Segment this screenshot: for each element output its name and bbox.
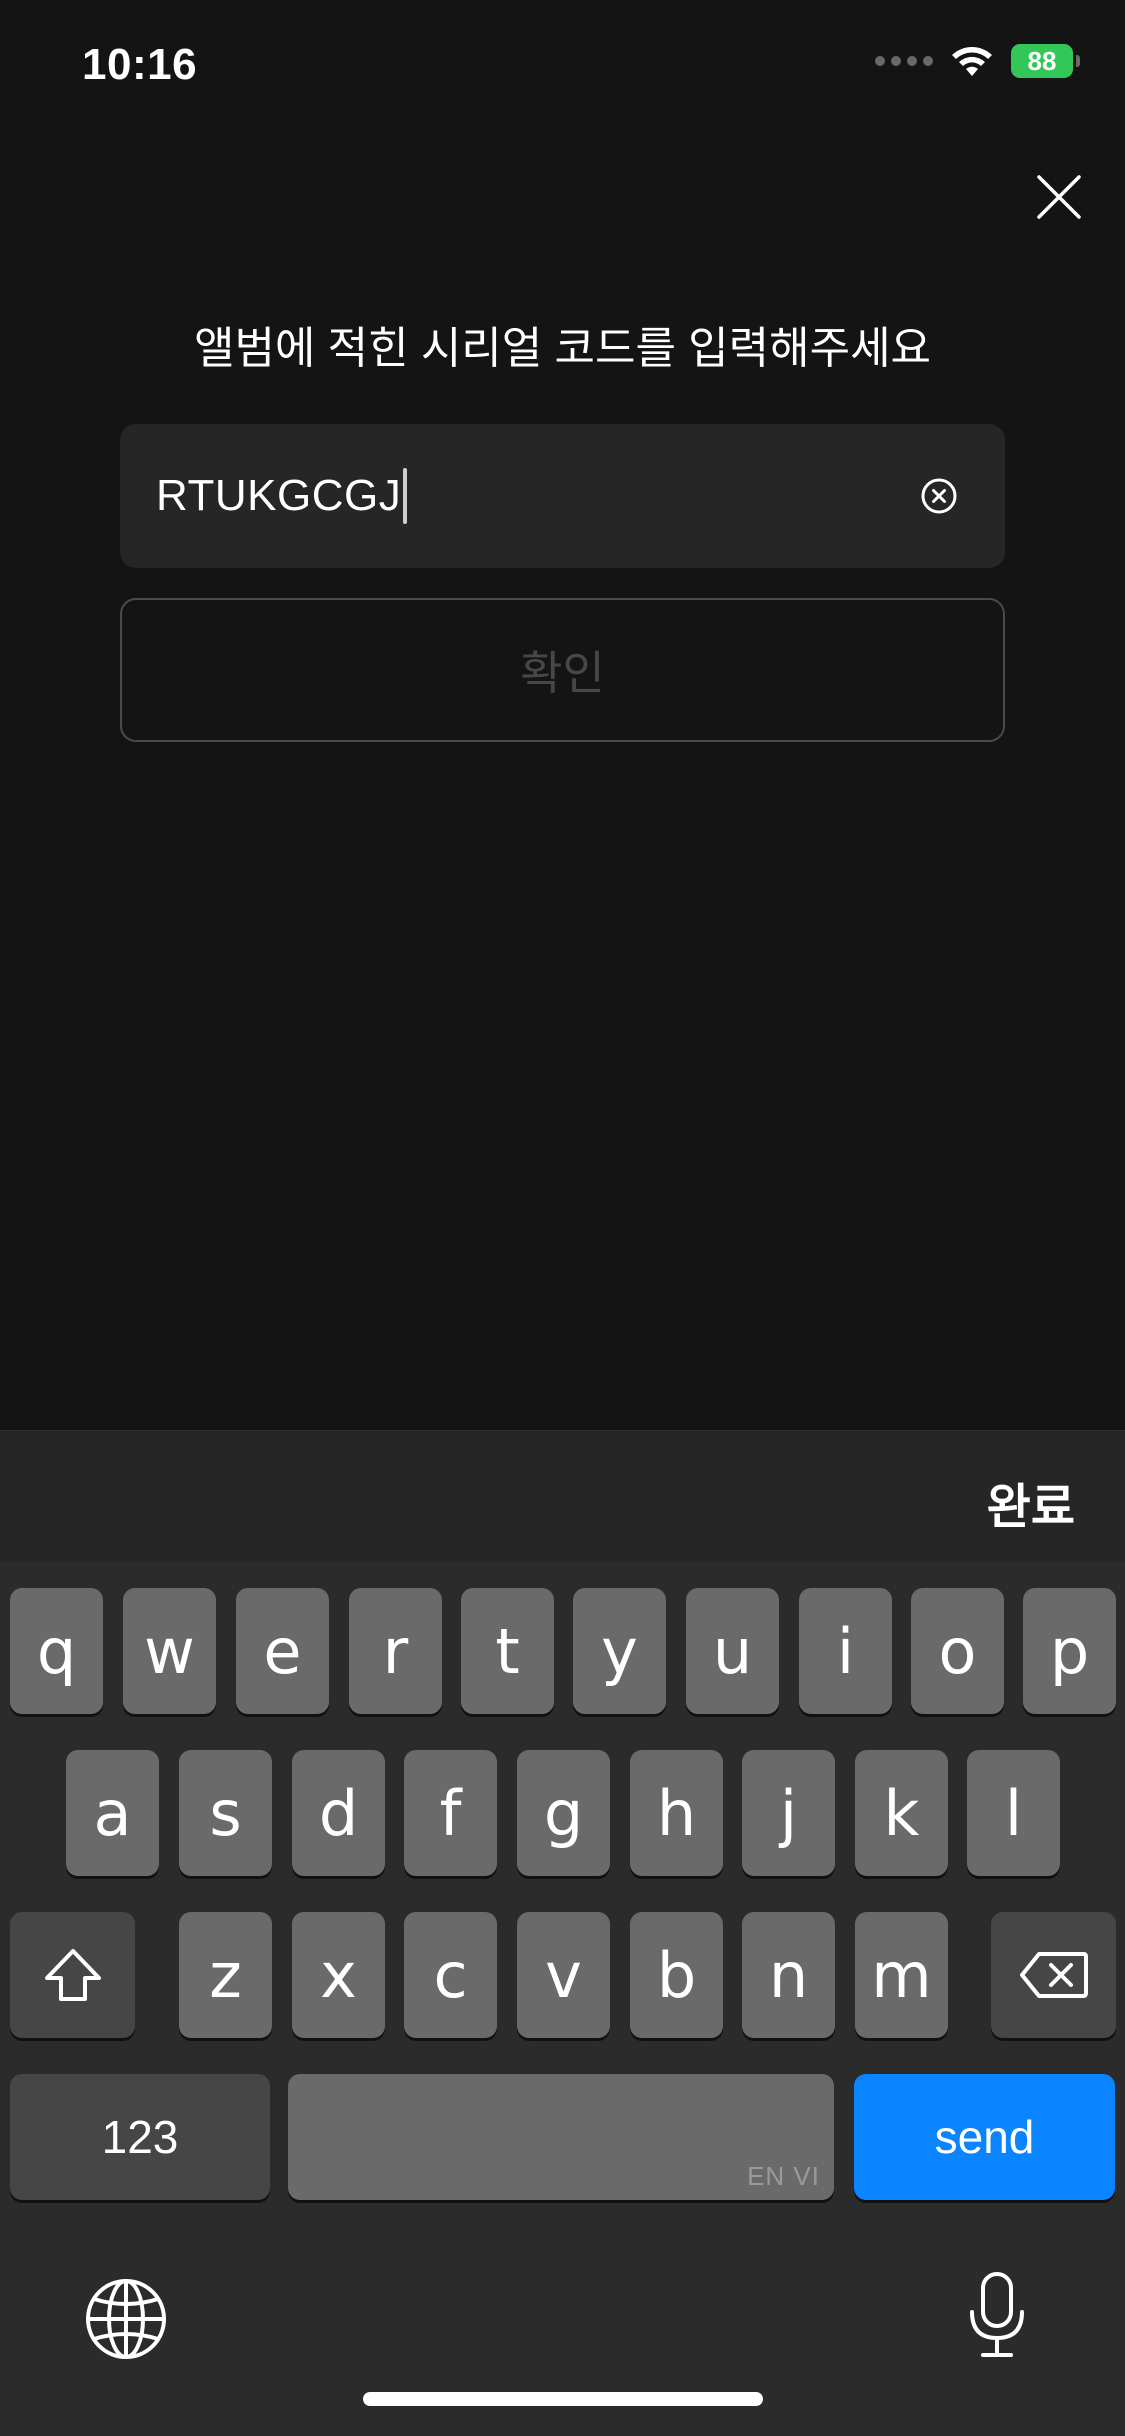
key-z[interactable]: z [179, 1912, 272, 2038]
key-v[interactable]: v [517, 1912, 610, 2038]
key-j[interactable]: j [742, 1750, 835, 1876]
key-a[interactable]: a [66, 1750, 159, 1876]
key-p[interactable]: p [1023, 1588, 1116, 1714]
send-key[interactable]: send [854, 2074, 1115, 2200]
key-b[interactable]: b [630, 1912, 723, 2038]
keyboard-toolbar: 완료 [0, 1430, 1125, 1563]
serial-code-screen: 10:16 88 앨범에 적힌 시리얼 코드를 입력해주세요 RTUKGCGJ [0, 0, 1125, 2436]
shift-key[interactable] [10, 1912, 135, 2038]
key-l[interactable]: l [967, 1750, 1060, 1876]
keyboard: q w e r t y u i o p a s d f g h j k l z … [0, 1562, 1125, 2436]
wifi-icon [949, 44, 995, 78]
key-m[interactable]: m [855, 1912, 948, 2038]
key-h[interactable]: h [630, 1750, 723, 1876]
prompt-text: 앨범에 적힌 시리얼 코드를 입력해주세요 [193, 324, 932, 373]
text-cursor [403, 468, 408, 524]
delete-icon [1019, 1952, 1088, 1998]
done-button[interactable]: 완료 [987, 1467, 1075, 1537]
key-r[interactable]: r [349, 1588, 442, 1714]
key-n[interactable]: n [742, 1912, 835, 2038]
battery-level: 88 [1027, 45, 1057, 76]
key-f[interactable]: f [404, 1750, 497, 1876]
battery-icon: 88 [1011, 44, 1080, 78]
microphone-button[interactable] [966, 2270, 1028, 2365]
confirm-button[interactable]: 확인 [120, 598, 1005, 742]
status-icons: 88 [875, 44, 1080, 78]
key-d[interactable]: d [292, 1750, 385, 1876]
key-y[interactable]: y [573, 1588, 666, 1714]
microphone-icon [970, 2272, 1024, 2357]
delete-key[interactable] [991, 1912, 1116, 2038]
close-icon [1037, 175, 1081, 219]
key-e[interactable]: e [236, 1588, 329, 1714]
key-t[interactable]: t [461, 1588, 554, 1714]
key-o[interactable]: o [911, 1588, 1004, 1714]
key-w[interactable]: w [123, 1588, 216, 1714]
serial-code-input[interactable]: RTUKGCGJ [120, 424, 1005, 568]
globe-icon [86, 2279, 166, 2359]
clear-icon [921, 478, 957, 514]
close-button[interactable] [1030, 168, 1088, 226]
key-x[interactable]: x [292, 1912, 385, 2038]
home-indicator [363, 2392, 763, 2406]
key-c[interactable]: c [404, 1912, 497, 2038]
shift-icon [44, 1949, 101, 2001]
key-g[interactable]: g [517, 1750, 610, 1876]
key-q[interactable]: q [10, 1588, 103, 1714]
key-k[interactable]: k [855, 1750, 948, 1876]
globe-button[interactable] [84, 2277, 168, 2366]
input-languages: EN VI [747, 2161, 820, 2191]
key-i[interactable]: i [799, 1588, 892, 1714]
serial-code-value: RTUKGCGJ [156, 471, 402, 520]
cellular-signal-icon [875, 56, 933, 66]
key-u[interactable]: u [686, 1588, 779, 1714]
space-key[interactable]: EN VI [288, 2074, 834, 2200]
status-time: 10:16 [82, 40, 198, 89]
clear-input-button[interactable] [919, 476, 959, 516]
numbers-key[interactable]: 123 [10, 2074, 270, 2200]
key-s[interactable]: s [179, 1750, 272, 1876]
